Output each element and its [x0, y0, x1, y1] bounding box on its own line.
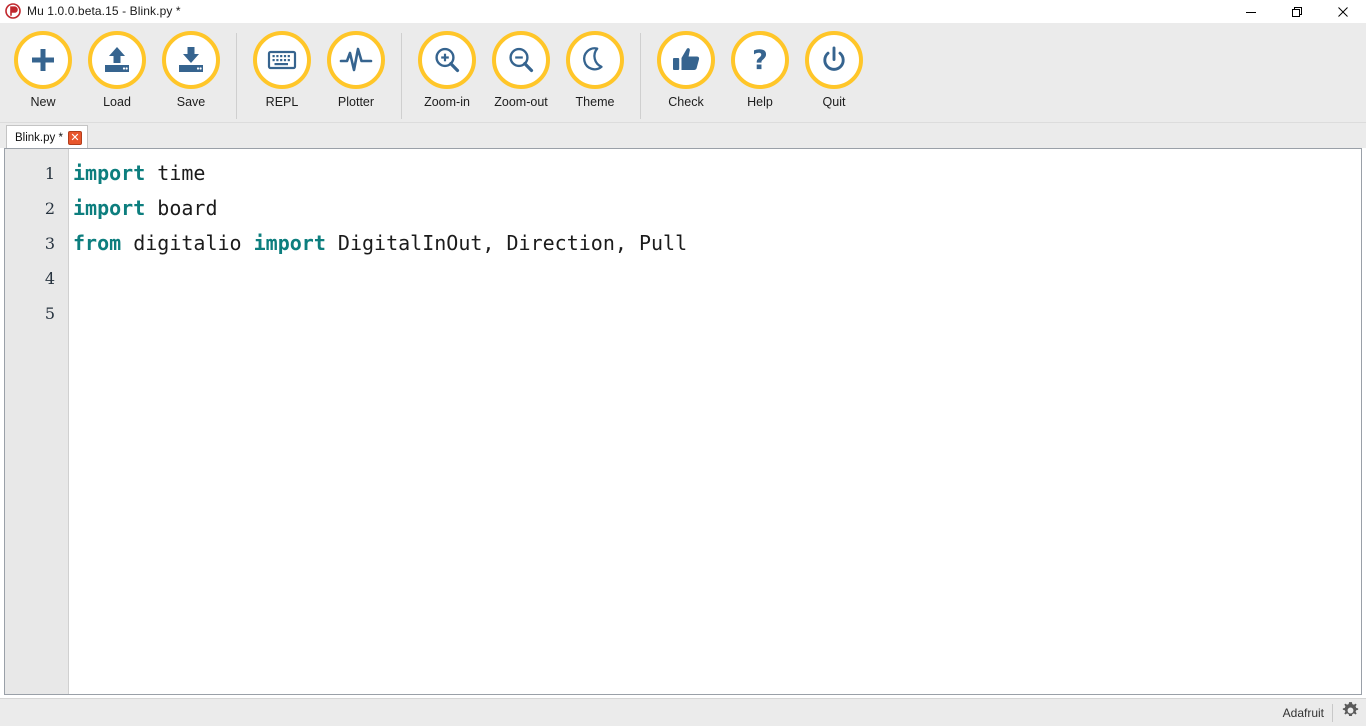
status-mode-label[interactable]: Adafruit: [1283, 706, 1324, 720]
restore-icon: [1291, 6, 1303, 18]
close-button[interactable]: [1320, 0, 1366, 23]
keyboard-icon: [266, 44, 298, 76]
check-icon-circle: [657, 31, 715, 89]
code-keyword: import: [254, 231, 326, 255]
toolbar-button-zoom-out[interactable]: Zoom-out: [484, 23, 558, 123]
help-icon-circle: ?: [731, 31, 789, 89]
restore-button[interactable]: [1274, 0, 1320, 23]
toolbar-label-check: Check: [668, 95, 703, 109]
code-text: time: [145, 161, 205, 185]
toolbar-label-load: Load: [103, 95, 131, 109]
toolbar-label-zoom-in: Zoom-in: [424, 95, 470, 109]
code-text: DigitalInOut, Direction, Pull: [326, 231, 687, 255]
tab-label: Blink.py *: [15, 132, 63, 144]
tab-bar: Blink.py * ✕: [0, 123, 1366, 148]
download-icon: [176, 45, 206, 75]
line-number: 2: [5, 191, 68, 226]
code-keyword: from: [73, 231, 121, 255]
toolbar-button-help[interactable]: ? Help: [723, 23, 797, 123]
line-number: 3: [5, 226, 68, 261]
toolbar-label-quit: Quit: [823, 95, 846, 109]
svg-text:?: ?: [752, 45, 768, 75]
line-number-gutter: 1 2 3 4 5: [5, 149, 69, 694]
save-icon-circle: [162, 31, 220, 89]
theme-icon-circle: [566, 31, 624, 89]
tab-close-icon[interactable]: ✕: [68, 131, 82, 145]
toolbar-button-zoom-in[interactable]: Zoom-in: [410, 23, 484, 123]
code-keyword: import: [73, 161, 145, 185]
plus-icon: [28, 45, 58, 75]
toolbar-button-quit[interactable]: Quit: [797, 23, 871, 123]
tab-blink-py[interactable]: Blink.py * ✕: [6, 125, 88, 149]
question-mark-icon: ?: [745, 45, 775, 75]
new-icon-circle: [14, 31, 72, 89]
zoom-out-icon-circle: [492, 31, 550, 89]
toolbar-separator-2: [401, 33, 402, 119]
toolbar-label-zoom-out: Zoom-out: [494, 95, 548, 109]
gear-icon[interactable]: [1341, 701, 1360, 725]
status-separator: [1332, 704, 1333, 722]
magnifier-plus-icon: [432, 45, 462, 75]
status-bar: Adafruit: [0, 698, 1366, 726]
toolbar-label-new: New: [30, 95, 55, 109]
code-line: [73, 296, 1361, 331]
toolbar-label-repl: REPL: [266, 95, 299, 109]
code-editor[interactable]: 1 2 3 4 5 import timeimport boardfrom di…: [4, 148, 1362, 695]
toolbar-button-load[interactable]: Load: [80, 23, 154, 123]
toolbar-button-check[interactable]: Check: [649, 23, 723, 123]
toolbar-label-save: Save: [177, 95, 206, 109]
main-toolbar: New Load Save: [0, 23, 1366, 123]
upload-icon: [102, 45, 132, 75]
pulse-wave-icon: [339, 45, 373, 75]
toolbar-separator-1: [236, 33, 237, 119]
code-keyword: import: [73, 196, 145, 220]
thumbs-up-icon: [670, 45, 702, 75]
close-icon: [1337, 6, 1349, 18]
line-number: 5: [5, 296, 68, 331]
quit-icon-circle: [805, 31, 863, 89]
toolbar-separator-3: [640, 33, 641, 119]
window-title: Mu 1.0.0.beta.15 - Blink.py *: [27, 4, 181, 18]
toolbar-button-plotter[interactable]: Plotter: [319, 23, 393, 123]
minimize-button[interactable]: [1228, 0, 1274, 23]
power-icon: [819, 45, 849, 75]
code-text: board: [145, 196, 217, 220]
code-line: from digitalio import DigitalInOut, Dire…: [73, 226, 1361, 261]
toolbar-label-theme: Theme: [576, 95, 615, 109]
toolbar-button-save[interactable]: Save: [154, 23, 228, 123]
crescent-moon-icon: [580, 45, 610, 75]
minimize-icon: [1245, 6, 1257, 18]
zoom-in-icon-circle: [418, 31, 476, 89]
window-controls: [1228, 0, 1366, 23]
code-line: import board: [73, 191, 1361, 226]
title-bar: Mu 1.0.0.beta.15 - Blink.py *: [0, 0, 1366, 23]
load-icon-circle: [88, 31, 146, 89]
code-line: [73, 261, 1361, 296]
magnifier-minus-icon: [506, 45, 536, 75]
line-number: 4: [5, 261, 68, 296]
code-text-area[interactable]: import timeimport boardfrom digitalio im…: [69, 149, 1361, 694]
plotter-icon-circle: [327, 31, 385, 89]
repl-icon-circle: [253, 31, 311, 89]
code-text: digitalio: [121, 231, 253, 255]
mu-logo-icon: [5, 3, 21, 19]
line-number: 1: [5, 156, 68, 191]
code-line: import time: [73, 156, 1361, 191]
toolbar-button-repl[interactable]: REPL: [245, 23, 319, 123]
toolbar-label-plotter: Plotter: [338, 95, 374, 109]
toolbar-button-new[interactable]: New: [6, 23, 80, 123]
toolbar-button-theme[interactable]: Theme: [558, 23, 632, 123]
toolbar-label-help: Help: [747, 95, 773, 109]
